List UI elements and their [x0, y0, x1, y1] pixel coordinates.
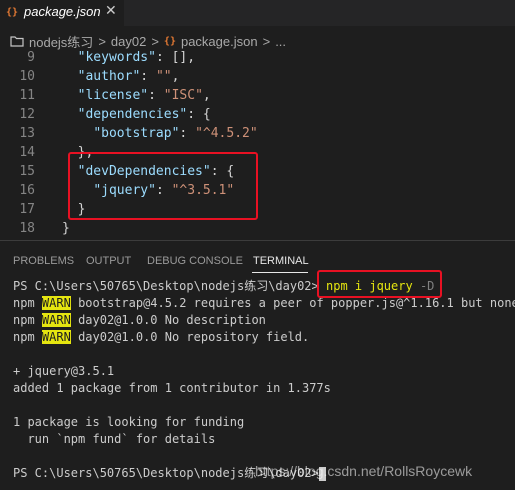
- json-braces-icon: {}: [163, 35, 176, 47]
- line-number: 13: [19, 126, 35, 141]
- line-number: 16: [19, 183, 35, 198]
- panel-tab-bar: PROBLEMS OUTPUT DEBUG CONSOLE TERMINAL: [0, 252, 515, 272]
- terminal-line-added-pkg: + jquery@3.5.1: [13, 364, 115, 378]
- close-icon[interactable]: ✕: [105, 3, 117, 19]
- tab-package-json[interactable]: {} package.json ✕: [0, 0, 124, 26]
- breadcrumb-item-day02[interactable]: day02: [111, 34, 146, 49]
- tab-problems[interactable]: PROBLEMS: [13, 255, 74, 267]
- line-number: 14: [19, 145, 35, 160]
- npm-label: npm: [13, 330, 35, 344]
- warn-badge: WARN: [41, 296, 71, 310]
- folder-icon: [10, 36, 24, 47]
- tab-terminal[interactable]: TERMINAL: [253, 255, 309, 267]
- code-line: 12 "dependencies": {: [0, 105, 515, 124]
- tab-output[interactable]: OUTPUT: [86, 255, 131, 267]
- json-braces-icon: {}: [6, 7, 19, 18]
- line-number: 11: [19, 88, 35, 103]
- tab-label: package.json: [24, 4, 101, 19]
- line-number: 10: [19, 69, 35, 84]
- editor-tab-bar: {} package.json ✕: [0, 0, 515, 26]
- prompt-text: PS C:\Users\50765\Desktop\nodejs练习\day02…: [13, 279, 319, 293]
- code-text: "bootstrap": "^4.5.2": [93, 126, 258, 141]
- code-line: 10 "author": "",: [0, 67, 515, 86]
- code-text: "dependencies": {: [77, 107, 211, 122]
- breadcrumb-item-package-json[interactable]: package.json: [181, 34, 258, 49]
- active-tab-indicator: [252, 272, 308, 273]
- panel-divider: [0, 240, 515, 241]
- warn-badge: WARN: [41, 330, 71, 344]
- line-number: 18: [19, 221, 35, 236]
- code-text: "license": "ISC",: [77, 88, 211, 103]
- warn-text: bootstrap@4.5.2 requires a peer of poppe…: [78, 296, 515, 310]
- code-line: 9 "keywords": [],: [0, 48, 515, 67]
- terminal-line-added-summary: added 1 package from 1 contributor in 1.…: [13, 381, 331, 395]
- watermark: https://blog.csdn.net/RollsRoycewk: [255, 463, 473, 479]
- highlight-box-command: [317, 270, 442, 298]
- terminal-line-funding-hint: run `npm fund` for details: [13, 432, 216, 446]
- terminal[interactable]: PS C:\Users\50765\Desktop\nodejs练习\day02…: [0, 278, 515, 490]
- terminal-line-funding: 1 package is looking for funding: [13, 415, 245, 429]
- code-text: }: [62, 221, 70, 236]
- code-line: 13 "bootstrap": "^4.5.2": [0, 124, 515, 143]
- code-line: 18}: [0, 219, 515, 238]
- line-number: 17: [19, 202, 35, 217]
- line-number: 15: [19, 164, 35, 179]
- code-text: "author": "",: [77, 69, 180, 84]
- line-number: 9: [27, 50, 35, 65]
- chevron-right-icon: >: [151, 33, 159, 49]
- warn-badge: WARN: [41, 313, 71, 327]
- warn-text: day02@1.0.0 No repository field.: [78, 330, 310, 344]
- highlight-box-devdependencies: [68, 152, 258, 220]
- warn-text: day02@1.0.0 No description: [78, 313, 266, 327]
- terminal-line-warn2: npm WARN day02@1.0.0 No description: [13, 312, 266, 329]
- code-line: 11 "license": "ISC",: [0, 86, 515, 105]
- npm-label: npm: [13, 296, 35, 310]
- npm-label: npm: [13, 313, 35, 327]
- breadcrumb-item-more[interactable]: ...: [275, 34, 286, 49]
- code-text: "keywords": [],: [77, 50, 196, 65]
- tab-debug-console[interactable]: DEBUG CONSOLE: [147, 255, 243, 267]
- line-number: 12: [19, 107, 35, 122]
- chevron-right-icon: >: [262, 33, 271, 49]
- terminal-line-warn3: npm WARN day02@1.0.0 No repository field…: [13, 329, 309, 346]
- chevron-right-icon: >: [98, 33, 106, 49]
